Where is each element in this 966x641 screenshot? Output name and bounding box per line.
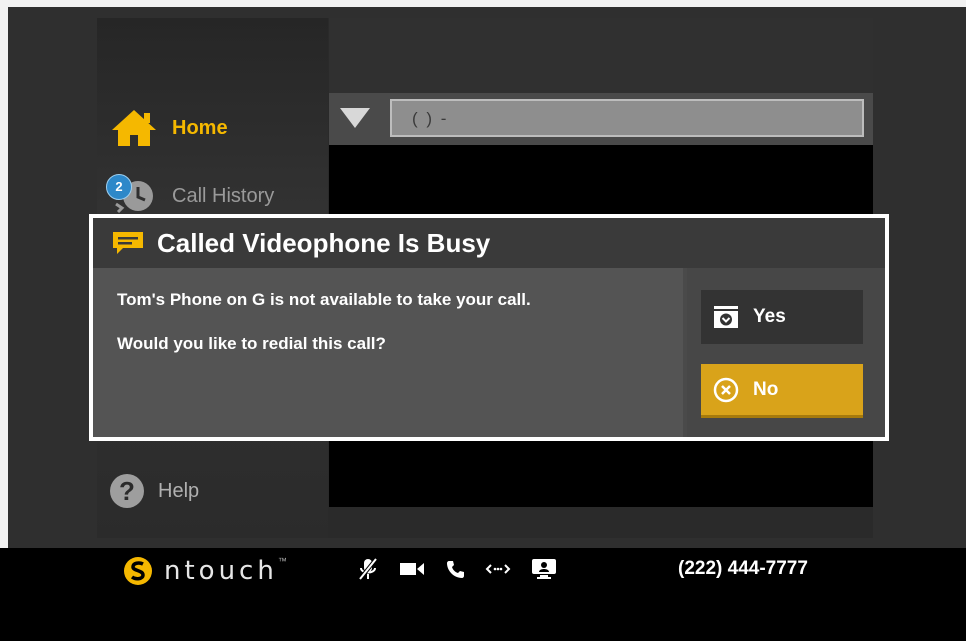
sidebar-item-call-history[interactable]: 2 Call History [106, 174, 275, 214]
phone-icon[interactable] [445, 559, 465, 579]
sidebar-item-help[interactable]: ? Help [110, 474, 199, 508]
no-button[interactable]: No [701, 364, 863, 418]
own-phone-number: (222) 444-7777 [678, 558, 808, 579]
chat-icon [113, 232, 143, 254]
sidebar-item-label: Call History [172, 184, 275, 207]
notification-badge: 2 [106, 174, 132, 200]
sidebar-item-label: Help [158, 479, 200, 502]
yes-button-label: Yes [753, 306, 786, 327]
dialog-question: Would you like to redial this call? [117, 334, 386, 353]
dialog-body: Tom's Phone on G is not available to tak… [93, 268, 683, 437]
brand-name: ntouch [164, 556, 278, 586]
dial-input-value: ( ) - [412, 109, 449, 128]
clock-icon: 2 [106, 174, 158, 214]
brand-trademark: ™ [277, 556, 287, 566]
sidebar-item-label: Home [172, 116, 228, 139]
redial-icon [714, 306, 738, 328]
ntouch-logo-icon [124, 557, 152, 585]
main-header [329, 18, 873, 93]
transfer-icon[interactable] [485, 562, 511, 576]
dial-input[interactable]: ( ) - [390, 99, 864, 137]
dialog-title: Called Videophone Is Busy [157, 227, 491, 258]
dialog-actions: Yes No [687, 268, 885, 437]
dialog-header: Called Videophone Is Busy [93, 218, 885, 268]
help-icon: ? [110, 474, 144, 508]
dialog-message: Tom's Phone on G is not available to tak… [117, 290, 531, 309]
ntouch-logo: ntouch ™ [122, 555, 287, 587]
yes-button[interactable]: Yes [701, 290, 863, 344]
dropdown-arrow-icon[interactable] [340, 108, 370, 128]
monitor-icon[interactable] [531, 558, 557, 580]
home-icon [112, 110, 156, 146]
no-button-label: No [753, 378, 779, 400]
busy-dialog: Called Videophone Is Busy Tom's Phone on… [89, 214, 889, 441]
mic-muted-icon[interactable] [357, 557, 379, 581]
video-camera-icon[interactable] [399, 560, 425, 578]
sidebar-item-home[interactable]: Home [110, 108, 228, 148]
close-circle-icon [713, 377, 739, 402]
status-icons [357, 557, 577, 581]
top-border [0, 0, 966, 7]
left-border [0, 0, 8, 641]
